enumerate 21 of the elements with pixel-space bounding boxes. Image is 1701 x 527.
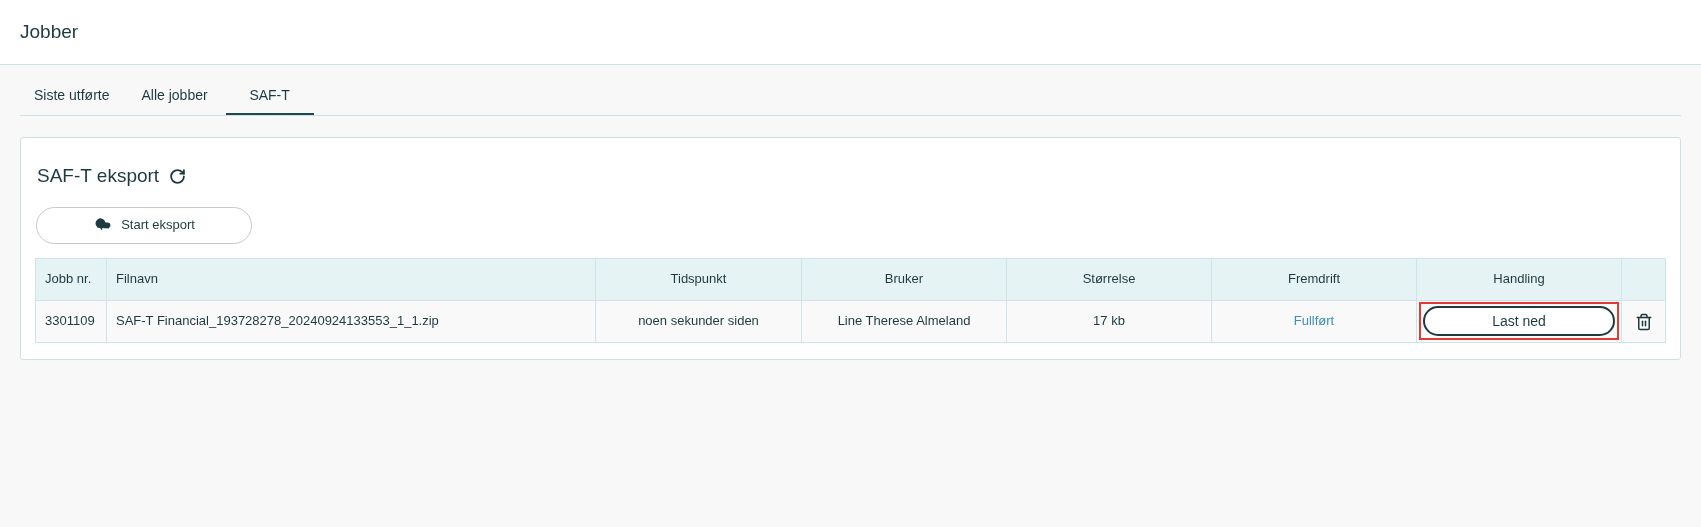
download-button[interactable]: Last ned [1423,306,1615,336]
column-header: Tidspunkt [595,258,802,300]
page-title: Jobber [20,19,79,44]
table-cell: Line Therese Almeland [801,300,1007,342]
tab[interactable]: Siste utførte [20,77,124,115]
column-header: Jobb nr. [35,258,107,300]
tab[interactable]: SAF-T [225,77,314,115]
column-header: Handling [1416,258,1622,300]
trash-icon[interactable] [1634,312,1653,331]
table-cell: noen sekunder siden [595,300,802,342]
table-cell: 17 kb [1006,300,1212,342]
refresh-icon[interactable] [169,167,187,185]
start-export-button[interactable]: Start eksport [36,206,252,244]
tab[interactable]: Alle jobber [127,77,222,115]
table-cell: SAF-T Financial_193728278_20240924133553_1_1.zip [106,300,596,342]
column-header: Filnavn [106,258,596,300]
card-title: SAF-T eksport [37,164,160,188]
column-header: Fremdrift [1211,258,1417,300]
column-header: Størrelse [1006,258,1212,300]
table-cell: 3301109 [35,300,107,342]
column-header: Bruker [801,258,1007,300]
